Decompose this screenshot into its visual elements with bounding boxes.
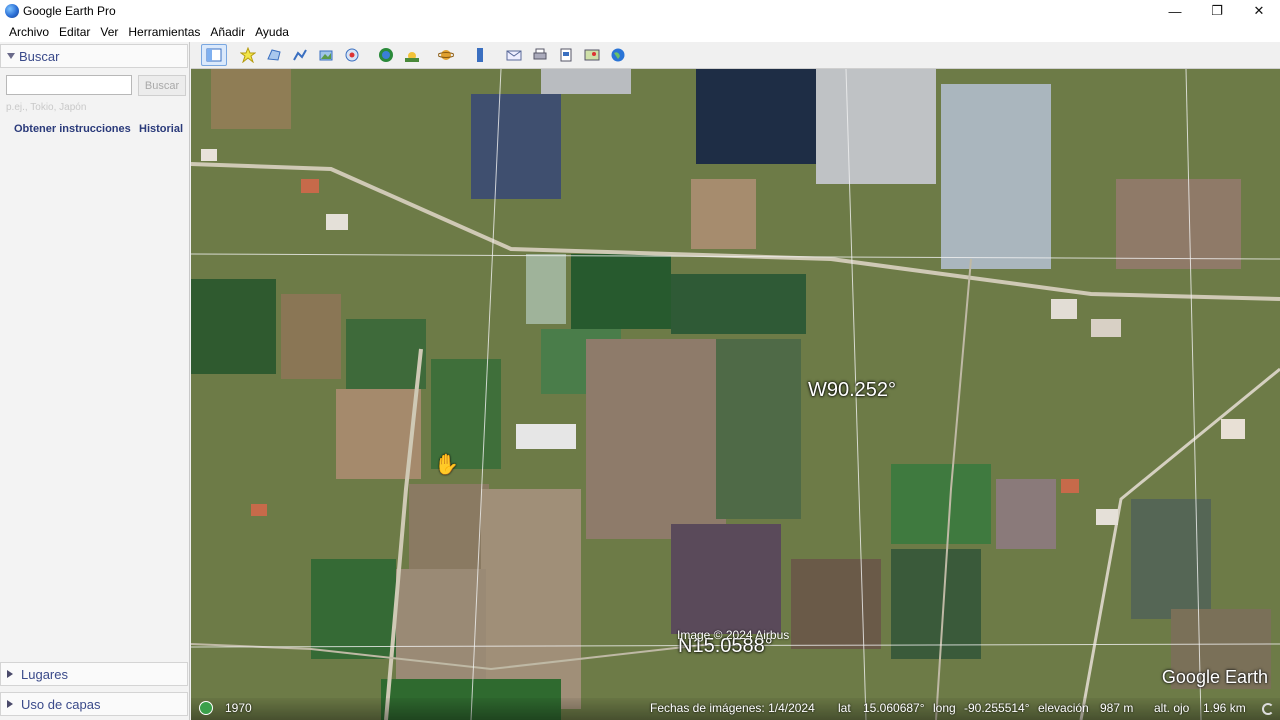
sidebar-toggle-icon[interactable] (201, 44, 227, 66)
path-icon[interactable] (289, 45, 311, 65)
directions-link[interactable]: Obtener instrucciones (14, 123, 131, 135)
email-icon[interactable] (503, 45, 525, 65)
record-tour-icon[interactable] (341, 45, 363, 65)
eye-alt-value: 1.96 km (1203, 701, 1246, 715)
google-earth-logo: Google Earth (1161, 667, 1268, 687)
menu-archivo[interactable]: Archivo (4, 25, 54, 39)
google-earth-app-icon (5, 4, 19, 18)
elevation-value: 987 m (1100, 701, 1134, 715)
history-link[interactable]: Historial (139, 123, 183, 135)
search-button[interactable]: Buscar (138, 75, 186, 96)
elevation-label: elevación (1038, 701, 1089, 715)
planets-icon[interactable] (435, 45, 457, 65)
search-input[interactable] (6, 75, 132, 95)
eye-alt-label: alt. ojo (1154, 701, 1190, 715)
historical-imagery-icon[interactable] (375, 45, 397, 65)
sidebar: Buscar Buscar p.ej., Tokio, Japón Obtene… (0, 42, 190, 720)
image-credit: Image © 2024 Airbus (677, 628, 790, 642)
restore-button[interactable]: ❐ (1196, 0, 1238, 22)
collapse-arrow-icon (7, 670, 13, 678)
save-image-icon[interactable] (555, 45, 577, 65)
layers-panel-label: Uso de capas (21, 696, 101, 712)
ruler-icon[interactable] (469, 45, 491, 65)
collapse-arrow-icon (7, 700, 13, 708)
places-panel-header[interactable]: Lugares (0, 662, 188, 686)
menu-herramientas[interactable]: Herramientas (123, 25, 205, 39)
long-label: long (933, 701, 956, 715)
lat-label: lat (838, 701, 851, 715)
polygon-icon[interactable] (263, 45, 285, 65)
menu-bar: Archivo Editar Ver Herramientas Añadir A… (0, 22, 1280, 42)
search-hint: p.ej., Tokio, Japón (6, 102, 87, 113)
menu-editar[interactable]: Editar (54, 25, 95, 39)
print-icon[interactable] (529, 45, 551, 65)
search-panel-header[interactable]: Buscar (0, 44, 188, 68)
window-controls: — ❐ ✕ (1154, 0, 1280, 22)
expand-arrow-icon (7, 53, 15, 59)
hand-cursor-icon: ✋ (434, 454, 459, 476)
earth-icon[interactable] (607, 45, 629, 65)
window-title: Google Earth Pro (23, 4, 116, 18)
status-bar: 1970 Fechas de imágenes: 1/4/2024 lat 15… (191, 698, 1280, 720)
longitude-label: W90.252° (808, 379, 897, 401)
placemark-icon[interactable] (237, 45, 259, 65)
search-panel-label: Buscar (19, 48, 60, 64)
long-value: -90.255514° (964, 701, 1030, 715)
map-view[interactable]: W90.252° N15.0588° Image © 2024 Airbus ✋… (191, 69, 1280, 720)
sunlight-icon[interactable] (401, 45, 423, 65)
lat-value: 15.060687° (863, 701, 925, 715)
menu-anadir[interactable]: Añadir (205, 25, 250, 39)
close-button[interactable]: ✕ (1238, 0, 1280, 22)
imagery-date: Fechas de imágenes: 1/4/2024 (650, 701, 815, 715)
satellite-imagery (191, 69, 1280, 720)
title-bar: Google Earth Pro — ❐ ✕ (0, 0, 1280, 22)
timeline-icon[interactable] (199, 701, 213, 715)
menu-ayuda[interactable]: Ayuda (250, 25, 294, 39)
image-overlay-icon[interactable] (315, 45, 337, 65)
timeline-year: 1970 (225, 701, 252, 715)
view-in-maps-icon[interactable] (581, 45, 603, 65)
menu-ver[interactable]: Ver (95, 25, 123, 39)
layers-panel-header[interactable]: Uso de capas (0, 692, 188, 716)
places-panel-label: Lugares (21, 666, 68, 682)
toolbar (191, 42, 1280, 69)
loading-spinner-icon (1262, 703, 1274, 715)
minimize-button[interactable]: — (1154, 0, 1196, 22)
